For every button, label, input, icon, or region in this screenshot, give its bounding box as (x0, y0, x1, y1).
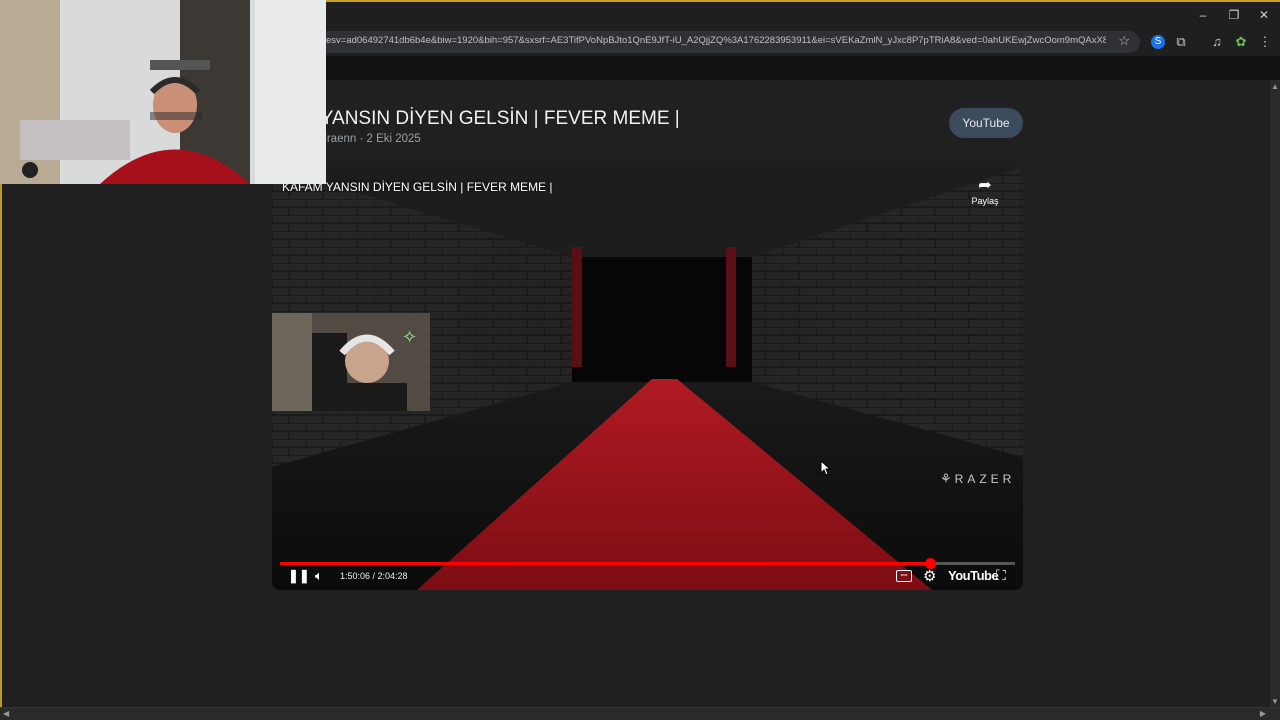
kebab-menu-icon[interactable]: ⋮ (1256, 33, 1274, 51)
restore-button[interactable]: ❐ (1219, 4, 1249, 26)
share-label: Paylaş (971, 196, 999, 206)
volume-icon[interactable]: 🔈︎ (315, 568, 323, 584)
pause-button[interactable]: ❚❚ (288, 568, 310, 584)
razer-text: RAZER (954, 472, 1016, 486)
razer-claw-icon: ⚘ (940, 471, 952, 486)
svg-text:✧: ✧ (402, 327, 417, 347)
puzzle-icon[interactable]: ⧉ (1172, 33, 1190, 51)
address-bar[interactable]: esv=ad06492741db6b4e&biw=1920&bih=957&sx… (300, 31, 1140, 53)
mouse-cursor-icon (820, 460, 832, 476)
youtube-logo[interactable]: YouTube (948, 568, 999, 583)
scroll-right-icon[interactable]: ▶ (1260, 709, 1266, 718)
webcam-overlay (0, 0, 326, 184)
share-icon: ➦ (978, 177, 992, 194)
progress-bar[interactable] (280, 558, 1015, 569)
time-display: 1:50:06 / 2:04:28 (340, 571, 408, 581)
video-player[interactable]: ✧ KAFAM YANSIN DİYEN GELSİN | FEVER MEME… (272, 167, 1023, 590)
minimize-button[interactable]: – (1188, 4, 1218, 26)
window-border (0, 180, 2, 708)
scroll-left-icon[interactable]: ◀ (3, 709, 9, 718)
video-title[interactable]: M YANSIN DİYEN GELSİN | FEVER MEME | (300, 108, 680, 130)
razer-watermark: ⚘ RAZER (940, 471, 1015, 487)
settings-gear-icon[interactable]: ⚙ (923, 567, 936, 585)
extension-circle-icon[interactable]: S (1151, 35, 1165, 49)
share-button[interactable]: ➦ Paylaş (963, 175, 1007, 206)
subtitles-icon[interactable]: == (896, 570, 912, 582)
scroll-down-icon[interactable]: ▼ (1271, 697, 1279, 706)
horizontal-scrollbar[interactable]: ◀ ▶ (0, 707, 1280, 720)
progress-fill (280, 562, 931, 565)
close-button[interactable]: ✕ (1249, 4, 1279, 26)
vertical-scrollbar[interactable]: ▲ ▼ (1270, 80, 1280, 708)
youtube-source-button[interactable]: YouTube (949, 108, 1023, 138)
streamer-camera-inset: ✧ (272, 313, 430, 411)
scroll-up-icon[interactable]: ▲ (1271, 82, 1279, 91)
fullscreen-icon[interactable]: ⛶ (996, 567, 1006, 584)
leaf-icon[interactable]: ✿ (1232, 33, 1250, 51)
media-icon[interactable]: ♫ (1208, 33, 1226, 51)
star-icon[interactable]: ☆ (1118, 33, 1130, 49)
url-text[interactable]: esv=ad06492741db6b4e&biw=1920&bih=957&sx… (326, 35, 1106, 46)
